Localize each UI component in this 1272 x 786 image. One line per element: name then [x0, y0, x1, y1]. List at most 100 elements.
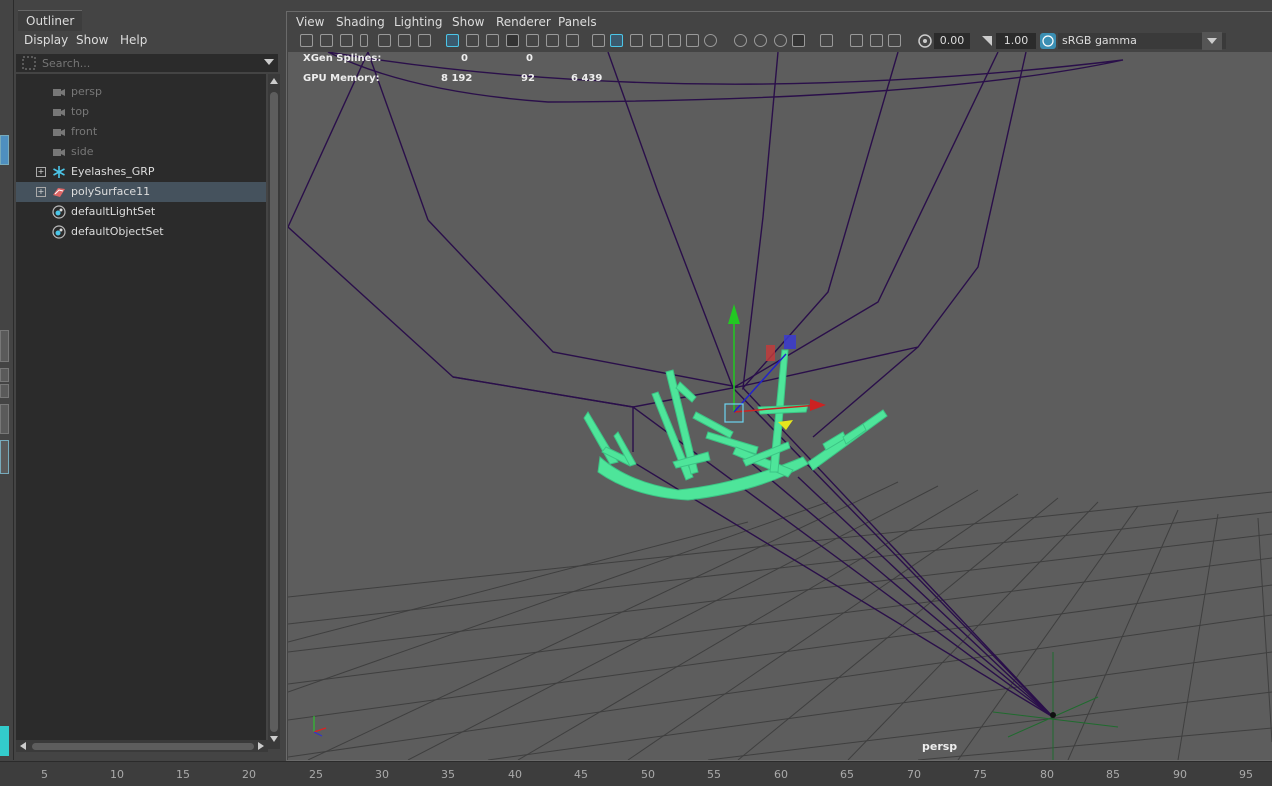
tree-item-label: Eyelashes_GRP: [71, 165, 155, 178]
camera-attributes-icon[interactable]: [320, 34, 333, 47]
grid-icon[interactable]: [446, 34, 459, 47]
anti-aliasing-icon[interactable]: [754, 34, 767, 47]
use-all-lights-icon[interactable]: [668, 34, 681, 47]
image-plane-icon[interactable]: [378, 34, 391, 47]
isolate-select-icon[interactable]: [792, 34, 805, 47]
menu-display[interactable]: Display: [24, 33, 68, 47]
tool-strip: [0, 0, 14, 760]
tree-item-defaultobjectset[interactable]: defaultObjectSet: [16, 222, 266, 242]
scroll-down-icon[interactable]: [270, 736, 278, 742]
smooth-shade-icon[interactable]: [610, 34, 623, 47]
ruler-tick: 50: [641, 768, 655, 781]
tool-strip-button[interactable]: [0, 330, 9, 362]
grease-pencil-icon[interactable]: [418, 34, 431, 47]
scroll-up-icon[interactable]: [270, 78, 278, 84]
menu-help[interactable]: Help: [120, 33, 147, 47]
ruler-tick: 30: [375, 768, 389, 781]
motion-blur-icon[interactable]: [734, 34, 747, 47]
xray-active-icon[interactable]: [870, 34, 883, 47]
camera-pivot: [1050, 712, 1056, 718]
select-camera-icon[interactable]: [300, 34, 313, 47]
safe-action-icon[interactable]: [546, 34, 559, 47]
scroll-left-icon[interactable]: [20, 742, 26, 750]
field-chart-icon[interactable]: [526, 34, 539, 47]
tree-item-polysurface11[interactable]: + polySurface11: [16, 182, 266, 202]
depth-of-field-icon[interactable]: [774, 34, 787, 47]
safe-title-icon[interactable]: [566, 34, 579, 47]
gamma-field[interactable]: 1.00: [996, 33, 1036, 49]
scroll-right-icon[interactable]: [258, 742, 264, 750]
gamma-icon[interactable]: [980, 34, 994, 48]
color-management-icon[interactable]: [1040, 33, 1056, 49]
outliner-panel: Outliner Display Show Help persp top fro…: [14, 8, 282, 760]
tree-item-defaultlightset[interactable]: defaultLightSet: [16, 202, 266, 222]
tool-strip-button[interactable]: [0, 384, 9, 398]
heads-up-display: XGen Splines: 0 0 GPU Memory: 8 192 92 6…: [302, 52, 622, 92]
tree-item-side[interactable]: side: [16, 142, 266, 162]
ruler-tick: 45: [574, 768, 588, 781]
2d-pan-zoom-icon[interactable]: [398, 34, 411, 47]
vertical-scroll-thumb[interactable]: [270, 92, 278, 732]
bookmark-icon[interactable]: [360, 34, 368, 47]
shadows-icon[interactable]: [686, 34, 699, 47]
exposure-icon[interactable]: [918, 34, 932, 48]
eyelash-mesh: [583, 349, 888, 501]
camera-icon: [53, 109, 65, 116]
menu-show[interactable]: Show: [452, 15, 484, 29]
ruler-tick: 20: [242, 768, 256, 781]
film-gate-icon[interactable]: [466, 34, 479, 47]
ruler-tick: 40: [508, 768, 522, 781]
search-input[interactable]: [42, 55, 262, 71]
chevron-down-icon[interactable]: [1202, 32, 1222, 50]
menu-lighting[interactable]: Lighting: [394, 15, 443, 29]
horizontal-scrollbar[interactable]: [16, 740, 268, 752]
xray-joints-icon[interactable]: [850, 34, 863, 47]
tool-strip-button[interactable]: [0, 404, 9, 434]
filter-icon[interactable]: [22, 56, 36, 70]
vertical-scrollbar[interactable]: [268, 74, 280, 749]
tree-item-eyelashes-grp[interactable]: + Eyelashes_GRP: [16, 162, 266, 182]
outliner-tree: persp top front side + Eyelashes_GRP + p…: [16, 74, 266, 749]
outliner-tab[interactable]: Outliner: [18, 10, 83, 31]
tree-item-top[interactable]: top: [16, 102, 266, 122]
ruler-tick: 75: [973, 768, 987, 781]
menu-view[interactable]: View: [296, 15, 324, 29]
tree-item-persp[interactable]: persp: [16, 82, 266, 102]
tool-strip-button[interactable]: [0, 726, 9, 756]
backface-culling-icon[interactable]: [888, 34, 901, 47]
xray-icon[interactable]: [820, 34, 833, 47]
bookmarks-icon[interactable]: [340, 34, 353, 47]
menu-panels[interactable]: Panels: [558, 15, 597, 29]
resolution-gate-icon[interactable]: [486, 34, 499, 47]
tree-item-label: top: [71, 105, 90, 118]
viewport-menu-bar: View Shading Lighting Show Renderer Pane…: [288, 12, 1272, 32]
textured-icon[interactable]: [650, 34, 663, 47]
menu-renderer[interactable]: Renderer: [496, 15, 551, 29]
color-space-dropdown[interactable]: sRGB gamma: [1058, 33, 1226, 49]
tool-strip-button[interactable]: [0, 440, 9, 474]
tool-strip-button[interactable]: [0, 135, 9, 165]
hud-gpu-value-2: 92: [521, 73, 535, 84]
expand-icon[interactable]: +: [36, 167, 46, 177]
gate-mask-icon[interactable]: [506, 34, 519, 47]
wireframe-on-shaded-icon[interactable]: [630, 34, 643, 47]
chevron-down-icon[interactable]: [264, 59, 274, 67]
camera-icon: [53, 149, 65, 156]
ground-grid: [288, 481, 1272, 760]
xgen-asterisk-icon: [53, 166, 65, 178]
hud-xgen-value-1: 0: [461, 53, 468, 64]
tool-strip-button[interactable]: [0, 368, 9, 382]
menu-show[interactable]: Show: [76, 33, 108, 47]
tree-item-front[interactable]: front: [16, 122, 266, 142]
horizontal-scroll-thumb[interactable]: [32, 743, 254, 750]
exposure-field[interactable]: 0.00: [934, 33, 970, 49]
ambient-occlusion-icon[interactable]: [704, 34, 717, 47]
expand-icon[interactable]: +: [36, 187, 46, 197]
3d-viewport[interactable]: [288, 52, 1272, 760]
menu-shading[interactable]: Shading: [336, 15, 385, 29]
tree-item-label: persp: [71, 85, 102, 98]
search-row: [16, 54, 278, 72]
time-ruler[interactable]: 5 10 15 20 25 30 35 40 45 50 55 60 65 70…: [0, 761, 1272, 786]
wireframe-icon[interactable]: [592, 34, 605, 47]
axis-gizmo: [313, 716, 327, 737]
